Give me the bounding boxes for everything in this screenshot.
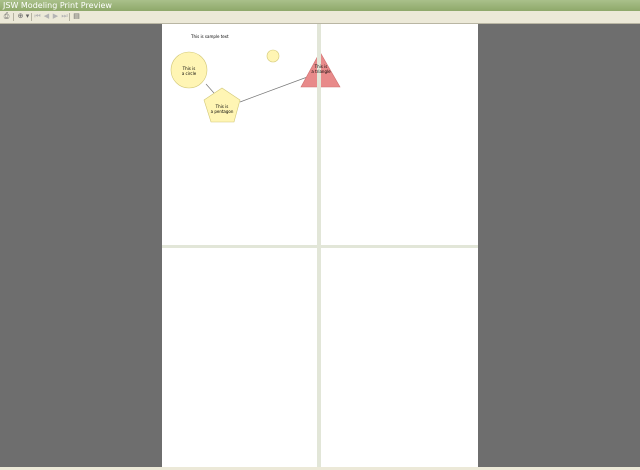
first-page-icon[interactable]: ⏮ <box>33 12 42 21</box>
next-page-icon[interactable]: ▶ <box>51 12 60 21</box>
previous-page-icon[interactable]: ◀ <box>42 12 51 21</box>
print-icon[interactable]: ⎙ <box>2 12 11 21</box>
preview-viewport[interactable]: This is sample text This is a circle Thi… <box>0 24 640 467</box>
triangle-label: This is a triangle <box>311 64 331 74</box>
connector-pentagon-triangle <box>239 75 311 103</box>
toolbar: ⎙ ⊕ ▾ ⏮ ◀ ▶ ⏭ ▤ <box>0 11 640 24</box>
page-break-horizontal <box>162 245 478 248</box>
title-bar: JSW Modeling Print Preview <box>0 0 640 11</box>
small-circle-shape[interactable] <box>266 49 280 63</box>
toolbar-separator <box>31 13 32 21</box>
toolbar-separator <box>13 13 14 21</box>
last-page-icon[interactable]: ⏭ <box>60 12 69 21</box>
preview-page: This is sample text This is a circle Thi… <box>162 24 478 467</box>
page-setup-icon[interactable]: ▤ <box>72 12 81 21</box>
pentagon-label: This is a pentagon <box>210 104 234 114</box>
circle-label: This is a circle <box>181 66 197 76</box>
window-title: JSW Modeling Print Preview <box>3 1 112 10</box>
toolbar-separator <box>69 13 70 21</box>
sample-text: This is sample text <box>191 34 229 39</box>
